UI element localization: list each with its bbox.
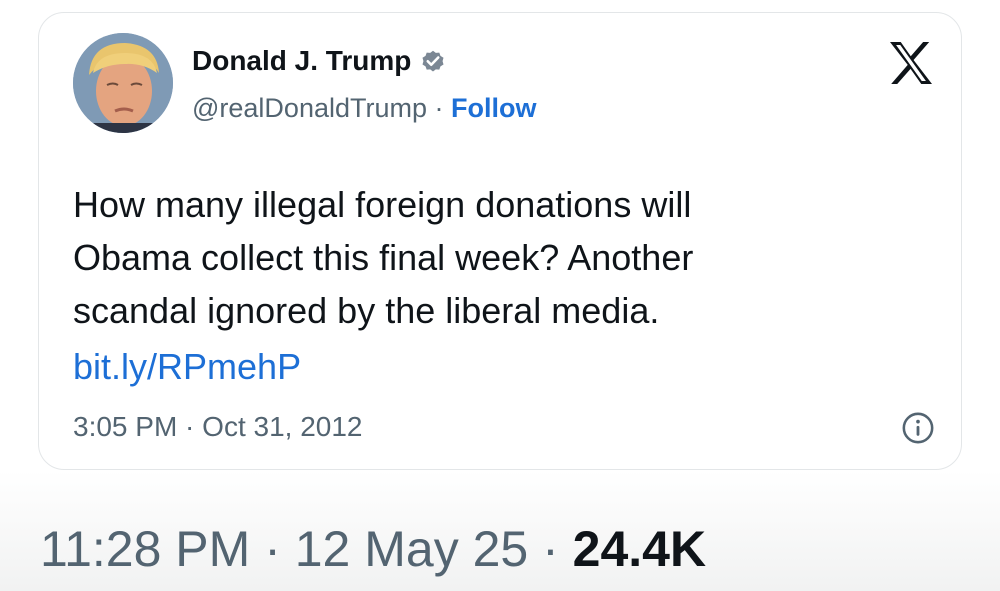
tweet-text-line: Obama collect this final week? Another [73,237,694,278]
follow-button[interactable]: Follow [451,93,536,123]
tweet-text-line: scandal ignored by the liberal media. [73,290,660,331]
author-name[interactable]: Donald J. Trump [192,45,411,77]
embedded-tweet-card[interactable]: Donald J. Trump @realDonaldTrump · Follo… [38,12,962,470]
author-name-row: Donald J. Trump [192,45,447,77]
handle-row: @realDonaldTrump · Follow [192,93,537,124]
post-metadata: 11:28 PM · 12 May 25 · 24.4K [40,520,706,578]
tweet-text-line: How many illegal foreign donations will [73,184,692,225]
tweet-text: How many illegal foreign donations will … [73,178,933,337]
view-count[interactable]: 24.4K [573,521,706,577]
author-avatar[interactable] [73,33,173,133]
info-icon[interactable] [901,411,935,445]
x-logo-icon[interactable] [883,35,939,91]
author-handle[interactable]: @realDonaldTrump [192,93,427,123]
tweet-timestamp[interactable]: 3:05 PM · Oct 31, 2012 [73,411,363,443]
tweet-link[interactable]: bit.ly/RPmehP [73,340,301,393]
verified-badge-icon [422,50,444,72]
avatar-image [73,33,173,133]
post-time-date[interactable]: 11:28 PM · 12 May 25 · [40,521,573,577]
separator-dot: · [434,93,452,123]
